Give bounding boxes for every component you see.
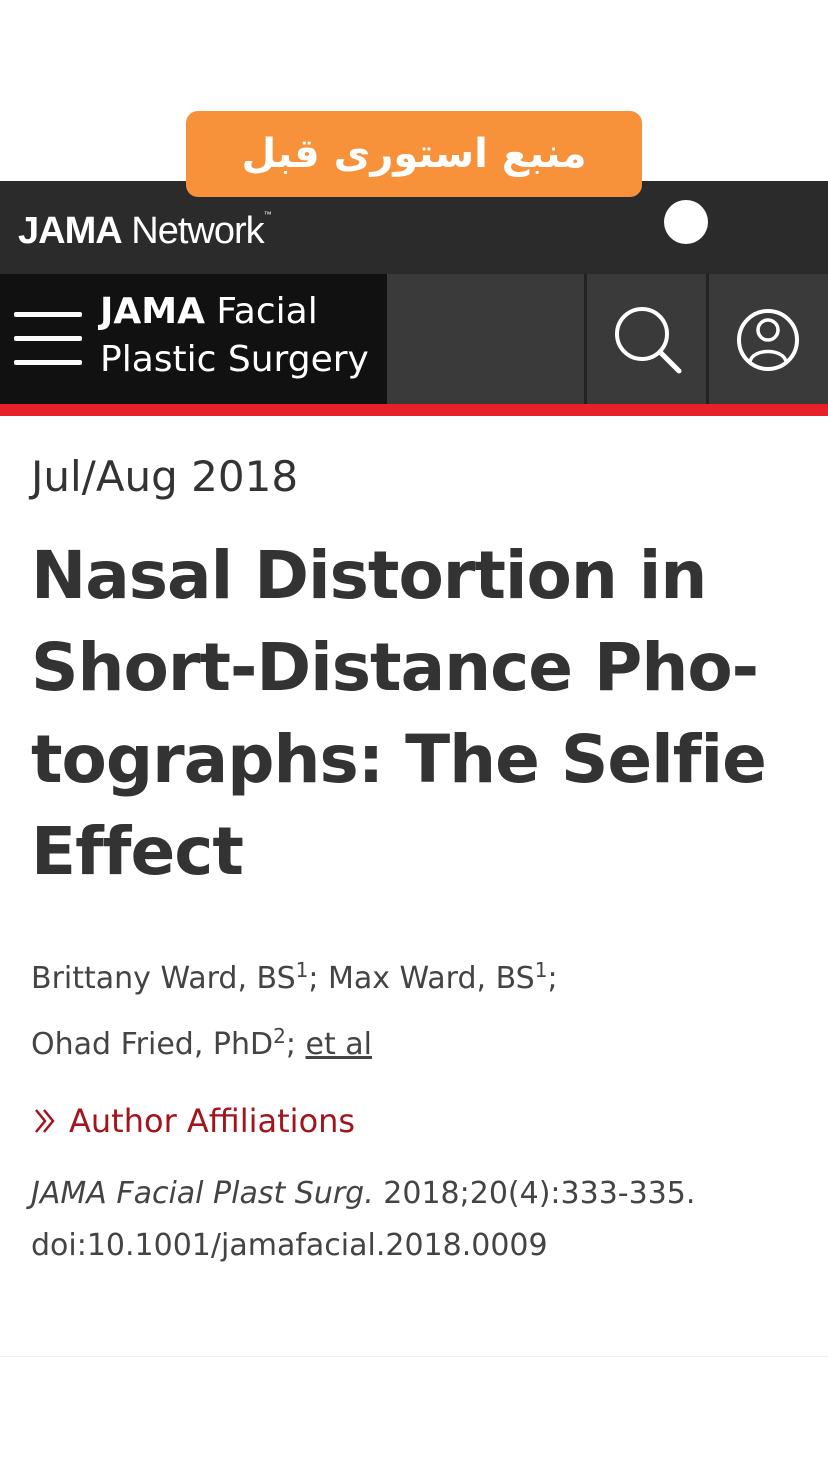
citation-journal: JAMA Facial Plast Surg. xyxy=(31,1176,374,1211)
journal-name-line2: Plastic Surgery xyxy=(100,339,369,380)
author-affiliation-sup: 1 xyxy=(295,958,309,982)
issue-date: Jul/Aug 2018 xyxy=(31,452,299,501)
bottom-blank-area xyxy=(0,1356,828,1471)
article-title: Nasal Distortion in Short-Distance Pho-t… xyxy=(31,537,767,890)
accent-divider xyxy=(0,404,828,416)
author-name[interactable]: Brittany Ward, BS xyxy=(31,961,296,996)
camera-indicator-dot xyxy=(664,200,708,244)
trademark-symbol: ™ xyxy=(263,210,272,219)
network-brand-bold: JAMA xyxy=(18,210,123,252)
citation-details: 2018;20(4):333-335. xyxy=(383,1176,696,1211)
jama-network-logo[interactable]: JAMA Network™ xyxy=(18,210,272,253)
story-source-label: منبع استوری قبل xyxy=(186,111,642,197)
journal-name[interactable]: JAMA Facial Plastic Surgery xyxy=(100,288,369,384)
doi-link[interactable]: doi:10.1001/jamafacial.2018.0009 xyxy=(31,1220,801,1272)
citation-block: JAMA Facial Plast Surg. 2018;20(4):333-3… xyxy=(31,1168,801,1272)
author-name[interactable]: Ohad Fried, PhD xyxy=(31,1027,273,1062)
author-affiliation-sup: 2 xyxy=(273,1024,286,1048)
journal-header: JAMA Facial Plastic Surgery xyxy=(0,274,828,404)
journal-title-block: JAMA Facial Plastic Surgery xyxy=(0,274,387,404)
journal-name-rest: Facial xyxy=(216,291,318,332)
double-chevron-right-icon xyxy=(35,1109,55,1133)
journal-name-bold: JAMA xyxy=(100,291,205,332)
network-brand-light: Network xyxy=(131,210,264,252)
author-name[interactable]: Max Ward, BS xyxy=(328,961,535,996)
hamburger-menu-icon[interactable] xyxy=(14,312,82,368)
search-icon xyxy=(615,307,682,374)
author-list: Brittany Ward, BS1; Max Ward, BS1; Ohad … xyxy=(31,958,558,1062)
author-affiliation-sup: 1 xyxy=(534,958,548,982)
et-al-link[interactable]: et al xyxy=(306,1027,372,1062)
search-button[interactable] xyxy=(587,274,706,404)
author-affiliations-label: Author Affiliations xyxy=(69,1102,356,1140)
user-account-icon xyxy=(737,309,799,371)
account-button[interactable] xyxy=(709,274,828,404)
author-affiliations-toggle[interactable]: Author Affiliations xyxy=(31,1102,355,1140)
